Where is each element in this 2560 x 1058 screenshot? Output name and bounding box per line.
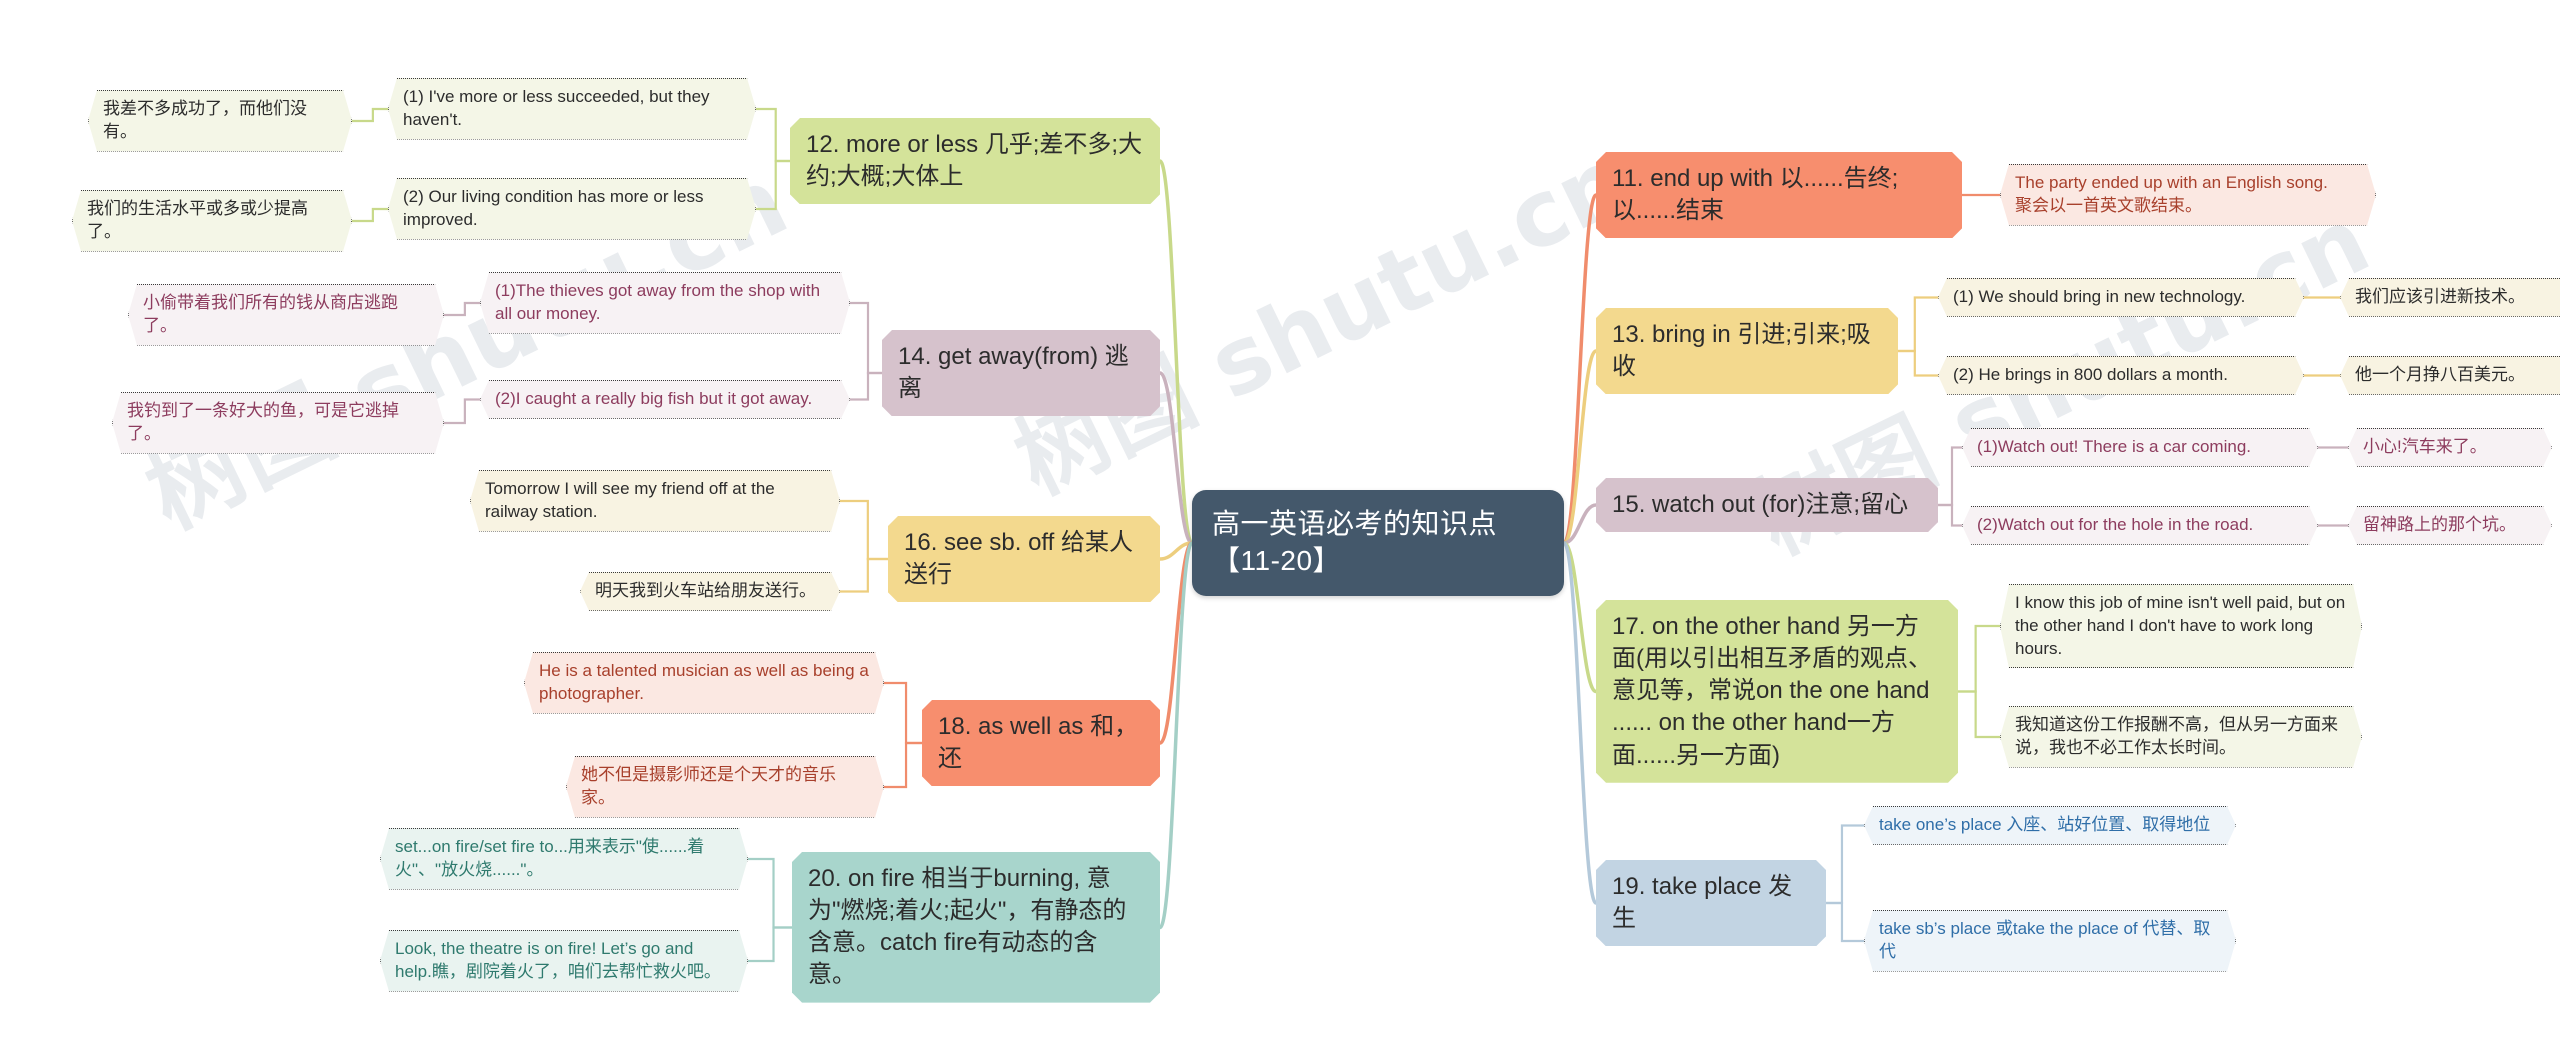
topic-node-14[interactable]: 14. get away(from) 逃离 — [882, 330, 1160, 416]
leaf-node[interactable]: Look, the theatre is on fire! Let’s go a… — [380, 930, 748, 992]
leaf-node[interactable]: (2) Our living condition has more or les… — [388, 178, 756, 240]
topic-node-19[interactable]: 19. take place 发生 — [1596, 860, 1826, 946]
leaf-node[interactable]: 我差不多成功了，而他们没有。 — [88, 90, 352, 152]
leaf-node[interactable]: 我知道这份工作报酬不高，但从另一方面来说，我也不必工作太长时间。 — [2000, 706, 2362, 768]
leaf-node[interactable]: 留神路上的那个坑。 — [2348, 506, 2552, 545]
leaf-node[interactable]: Tomorrow I will see my friend off at the… — [470, 470, 840, 532]
topic-node-20[interactable]: 20. on fire 相当于burning, 意为"燃烧;着火;起火"，有静态… — [792, 852, 1160, 1003]
leaf-node[interactable]: (2) He brings in 800 dollars a month. — [1938, 356, 2304, 395]
leaf-node[interactable]: 她不但是摄影师还是个天才的音乐家。 — [566, 756, 884, 818]
leaf-node[interactable]: He is a talented musician as well as bei… — [524, 652, 884, 714]
root-node[interactable]: 高一英语必考的知识点【11-20】 — [1192, 490, 1564, 596]
leaf-node[interactable]: 我钓到了一条好大的鱼，可是它逃掉了。 — [112, 392, 444, 454]
leaf-node[interactable]: (1) We should bring in new technology. — [1938, 278, 2304, 317]
leaf-node[interactable]: (2)I caught a really big fish but it got… — [480, 380, 850, 419]
leaf-node[interactable]: 小心!汽车来了。 — [2348, 428, 2552, 467]
leaf-node[interactable]: 我们应该引进新技术。 — [2340, 278, 2560, 317]
leaf-node[interactable]: 我们的生活水平或多或少提高了。 — [72, 190, 352, 252]
leaf-node[interactable]: take one’s place 入座、站好位置、取得地位 — [1864, 806, 2236, 845]
topic-node-16[interactable]: 16. see sb. off 给某人送行 — [888, 516, 1160, 602]
topic-node-17[interactable]: 17. on the other hand 另一方面(用以引出相互矛盾的观点、意… — [1596, 600, 1958, 783]
leaf-node[interactable]: 明天我到火车站给朋友送行。 — [580, 572, 840, 611]
leaf-node[interactable]: set...on fire/set fire to...用来表示"使......… — [380, 828, 748, 890]
leaf-node[interactable]: The party ended up with an English song.… — [2000, 164, 2376, 226]
topic-node-12[interactable]: 12. more or less 几乎;差不多;大约;大概;大体上 — [790, 118, 1160, 204]
topic-node-13[interactable]: 13. bring in 引进;引来;吸收 — [1596, 308, 1898, 394]
leaf-node[interactable]: (1) I've more or less succeeded, but the… — [388, 78, 756, 140]
topic-node-18[interactable]: 18. as well as 和，还 — [922, 700, 1160, 786]
mindmap-canvas: 树图 shutu.cn 树图 shutu.cn 树图 shutu.cn 高一英语… — [0, 0, 2560, 1058]
leaf-node[interactable]: I know this job of mine isn't well paid,… — [2000, 584, 2362, 668]
leaf-node[interactable]: 他一个月挣八百美元。 — [2340, 356, 2560, 395]
leaf-node[interactable]: (1)Watch out! There is a car coming. — [1962, 428, 2318, 467]
topic-node-15[interactable]: 15. watch out (for)注意;留心 — [1596, 478, 1938, 532]
leaf-node[interactable]: 小偷带着我们所有的钱从商店逃跑了。 — [128, 284, 444, 346]
topic-node-11[interactable]: 11. end up with 以......告终;以......结束 — [1596, 152, 1962, 238]
leaf-node[interactable]: (2)Watch out for the hole in the road. — [1962, 506, 2318, 545]
leaf-node[interactable]: (1)The thieves got away from the shop wi… — [480, 272, 850, 334]
leaf-node[interactable]: take sb’s place 或take the place of 代替、取代 — [1864, 910, 2236, 972]
